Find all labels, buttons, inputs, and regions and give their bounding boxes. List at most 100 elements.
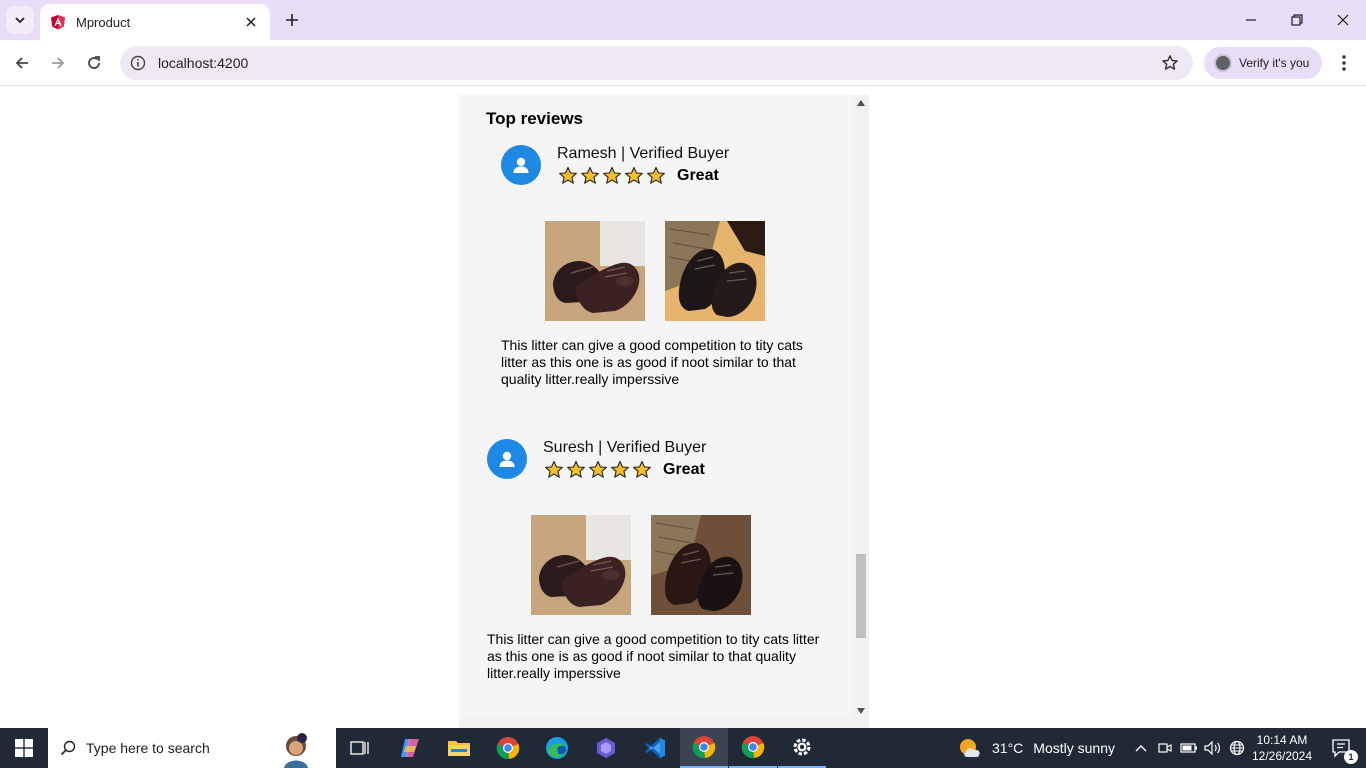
weather-widget[interactable]: 31°C Mostly sunny xyxy=(958,728,1115,768)
task-view-icon xyxy=(350,741,369,755)
vscode-taskbar-button[interactable] xyxy=(631,728,679,768)
user-icon xyxy=(513,157,529,173)
clock-date: 12/26/2024 xyxy=(1251,749,1313,763)
teams-taskbar-button[interactable] xyxy=(582,728,630,768)
task-view-button[interactable] xyxy=(336,728,384,768)
star-icon xyxy=(587,459,609,481)
url-text[interactable]: localhost:4200 xyxy=(158,55,1159,71)
weather-temp: 31°C xyxy=(992,740,1024,756)
review-photo-shoes-brown[interactable] xyxy=(545,221,645,321)
verify-label: Verify it's you xyxy=(1239,56,1310,70)
meet-now-tray-icon[interactable] xyxy=(1155,728,1175,768)
section-title: Top reviews xyxy=(486,109,583,128)
scroll-up-arrow-icon[interactable] xyxy=(857,100,865,106)
network-tray-icon[interactable] xyxy=(1226,728,1248,768)
minimize-button[interactable] xyxy=(1228,0,1274,40)
star-rating: Great xyxy=(557,165,719,187)
vertical-scrollbar[interactable] xyxy=(853,95,869,728)
site-info-icon[interactable] xyxy=(130,55,146,71)
review-card: Suresh | Verified Buyer Great This litte… xyxy=(487,439,827,689)
tab-title: Mproduct xyxy=(76,14,131,30)
star-icon xyxy=(623,165,645,187)
review-photo-shoes-dark[interactable] xyxy=(651,515,751,615)
app-icon xyxy=(597,738,615,758)
reviewer-name: Suresh | Verified Buyer xyxy=(543,439,707,456)
taskbar-search[interactable]: Type here to search xyxy=(48,728,336,768)
notification-center-button[interactable]: 1 xyxy=(1322,728,1362,768)
windows-taskbar: Type here to search 31°C Mostly sunny 10… xyxy=(0,728,1366,768)
new-tab-button[interactable] xyxy=(280,8,304,32)
chevron-up-icon xyxy=(1135,745,1147,752)
file-explorer-taskbar-button[interactable] xyxy=(435,728,483,768)
browser-tab-bar: Mproduct xyxy=(0,0,1366,40)
bookmark-star-icon[interactable] xyxy=(1159,52,1181,74)
reviews-panel: Top reviews Ramesh | Verified Buyer Grea… xyxy=(459,95,869,728)
close-icon xyxy=(246,17,256,27)
clock-time: 10:14 AM xyxy=(1256,733,1308,747)
review-text: This litter can give a good competition … xyxy=(487,631,820,681)
profile-avatar xyxy=(1214,54,1232,72)
volume-tray-icon[interactable] xyxy=(1202,728,1224,768)
battery-tray-icon[interactable] xyxy=(1178,728,1200,768)
star-icon xyxy=(557,165,579,187)
chrome-icon xyxy=(741,736,765,759)
scroll-thumb[interactable] xyxy=(856,554,866,638)
reviewer-name: Ramesh | Verified Buyer xyxy=(557,145,730,162)
globe-icon xyxy=(1229,740,1245,756)
chrome-taskbar-button[interactable] xyxy=(484,728,532,768)
gear-icon xyxy=(793,738,811,756)
star-icon xyxy=(645,165,667,187)
star-icon xyxy=(609,459,631,481)
reload-icon xyxy=(88,56,100,69)
star-icon xyxy=(543,459,565,481)
more-vertical-icon xyxy=(1342,55,1346,71)
tab-close-button[interactable] xyxy=(242,13,260,31)
start-button[interactable] xyxy=(0,728,48,768)
star-icon xyxy=(579,165,601,187)
restore-button[interactable] xyxy=(1274,0,1320,40)
browser-menu-button[interactable] xyxy=(1332,50,1356,76)
reload-button[interactable] xyxy=(80,49,108,77)
chrome-active-taskbar-button[interactable] xyxy=(680,728,728,768)
edge-taskbar-button[interactable] xyxy=(533,728,581,768)
search-placeholder: Type here to search xyxy=(86,740,210,756)
search-highlight-illustration-icon xyxy=(284,733,308,768)
close-window-button[interactable] xyxy=(1320,0,1366,40)
horizontal-scrollbar[interactable] xyxy=(459,718,853,728)
close-icon xyxy=(1337,14,1349,26)
copilot-icon xyxy=(401,739,419,757)
rating-title: Great xyxy=(677,167,719,184)
arrow-right-icon xyxy=(52,57,65,69)
settings-taskbar-button[interactable] xyxy=(778,728,826,768)
copilot-taskbar-button[interactable] xyxy=(386,728,434,768)
address-bar[interactable]: localhost:4200 xyxy=(120,46,1193,80)
tab-search-button[interactable] xyxy=(6,6,34,34)
forward-button[interactable] xyxy=(44,49,72,77)
search-icon xyxy=(60,740,76,756)
system-clock[interactable]: 10:14 AM 12/26/2024 xyxy=(1248,732,1316,764)
show-hidden-icons-button[interactable] xyxy=(1130,728,1152,768)
avatar xyxy=(501,145,541,185)
scroll-down-arrow-icon[interactable] xyxy=(857,708,865,714)
review-card: Ramesh | Verified Buyer Great This litte… xyxy=(501,145,841,395)
star-rating: Great xyxy=(543,459,705,481)
review-photo-shoes-brown[interactable] xyxy=(531,515,631,615)
review-photo-shoes-dark[interactable] xyxy=(665,221,765,321)
restore-icon xyxy=(1291,14,1303,26)
chrome-second-taskbar-button[interactable] xyxy=(729,728,777,768)
chrome-icon xyxy=(692,736,716,759)
review-text: This litter can give a good competition … xyxy=(501,337,803,387)
profile-verify-button[interactable]: Verify it's you xyxy=(1204,47,1322,79)
browser-tab[interactable]: Mproduct xyxy=(40,4,270,40)
camera-icon xyxy=(1158,743,1172,753)
battery-icon xyxy=(1180,743,1197,753)
browser-toolbar: localhost:4200 Verify it's you xyxy=(0,40,1366,86)
star-icon xyxy=(601,165,623,187)
avatar xyxy=(487,439,527,479)
back-button[interactable] xyxy=(8,49,36,77)
weather-desc: Mostly sunny xyxy=(1033,740,1115,756)
star-icon xyxy=(565,459,587,481)
arrow-left-icon xyxy=(15,57,28,69)
vscode-icon xyxy=(645,738,665,758)
windows-logo-icon xyxy=(15,739,33,757)
